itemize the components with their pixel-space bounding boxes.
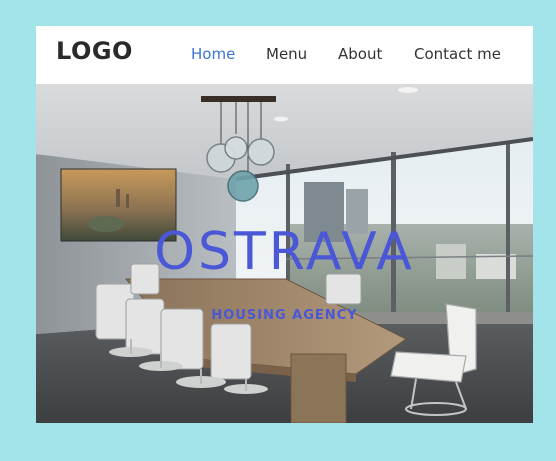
nav-contact-link[interactable]: Contact me [414,45,501,63]
hero-subtitle: HOUSING AGENCY [211,308,358,323]
navbar: LOGO Home Menu About Contact me [36,26,533,84]
hero-title: OSTRAVA [154,222,415,282]
nav-about-link[interactable]: About [338,45,382,63]
logo[interactable]: LOGO [56,37,133,65]
page-container: LOGO Home Menu About Contact me OSTRAVA … [36,26,533,423]
hero-section: OSTRAVA HOUSING AGENCY [36,84,533,423]
nav-menu-link[interactable]: Menu [266,45,307,63]
nav-home-link[interactable]: Home [191,45,235,63]
